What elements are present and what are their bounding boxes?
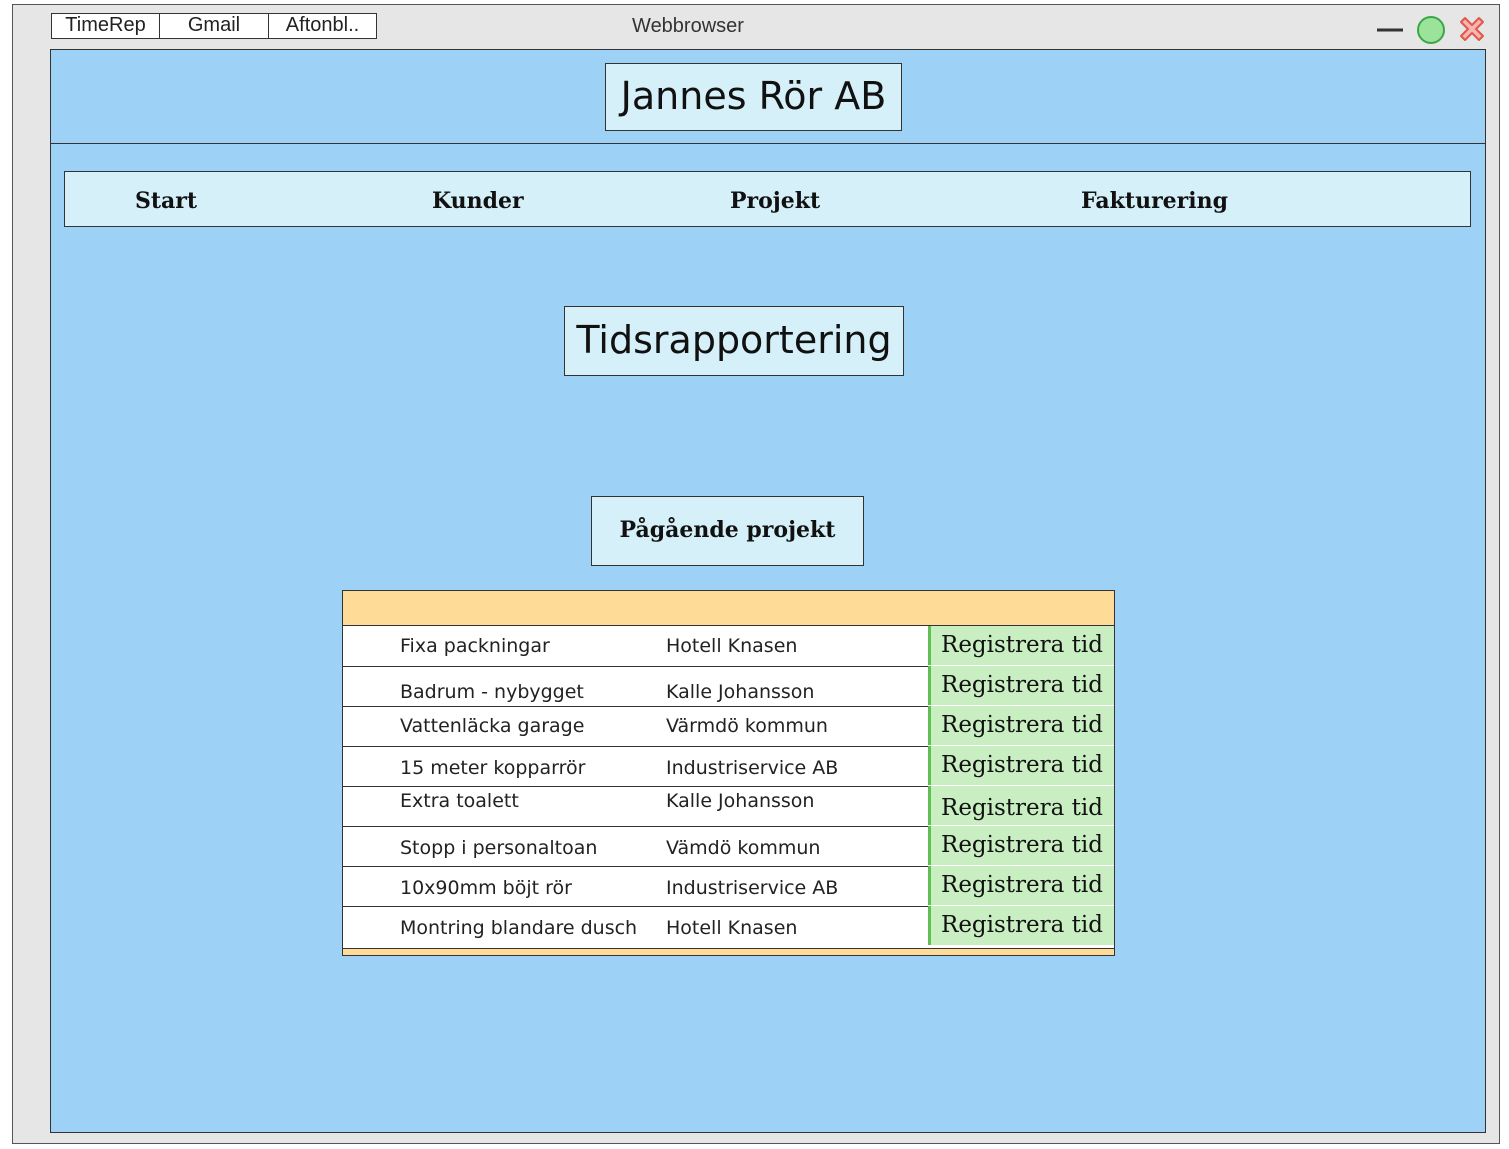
nav-item-start[interactable]: Start: [135, 188, 197, 214]
nav-item-projekt[interactable]: Projekt: [730, 188, 820, 214]
project-name: Fixa packningar: [400, 635, 550, 657]
register-time-button[interactable]: Registrera tid: [928, 826, 1114, 865]
nav-item-kunder[interactable]: Kunder: [432, 188, 524, 214]
customer-name: Kalle Johansson: [666, 790, 815, 812]
window-title: Webbrowser: [632, 15, 744, 37]
nav-item-fakturering[interactable]: Fakturering: [1081, 188, 1228, 214]
project-name: Badrum - nybygget: [400, 681, 584, 703]
table-footer: [343, 948, 1114, 955]
tab-aftonbladet[interactable]: Aftonbl..: [268, 13, 377, 39]
table-row: Stopp i personaltoan Vämdö kommun Regist…: [343, 826, 1114, 867]
header-divider: [51, 143, 1485, 144]
section-title: Pågående projekt: [591, 496, 864, 566]
customer-name: Hotell Knasen: [666, 917, 798, 939]
site-title: Jannes Rör AB: [605, 63, 902, 131]
project-name: 10x90mm böjt rör: [400, 877, 572, 899]
projects-table: Fixa packningar Hotell Knasen Registrera…: [342, 590, 1115, 956]
page-content: Jannes Rör AB Start Kunder Projekt Faktu…: [50, 49, 1486, 1133]
register-time-button[interactable]: Registrera tid: [928, 786, 1114, 825]
maximize-icon[interactable]: [1415, 14, 1447, 46]
table-row: Montring blandare dusch Hotell Knasen Re…: [343, 906, 1114, 947]
customer-name: Vämdö kommun: [666, 837, 821, 859]
close-icon[interactable]: [1457, 14, 1487, 44]
register-time-button[interactable]: Registrera tid: [928, 866, 1114, 905]
table-row: 15 meter kopparrör Industriservice AB Re…: [343, 746, 1114, 787]
register-time-button[interactable]: Registrera tid: [928, 666, 1114, 705]
customer-name: Värmdö kommun: [666, 715, 828, 737]
project-name: Vattenläcka garage: [400, 715, 585, 737]
tab-gmail[interactable]: Gmail: [159, 13, 269, 39]
project-name: 15 meter kopparrör: [400, 757, 586, 779]
customer-name: Kalle Johansson: [666, 681, 815, 703]
customer-name: Industriservice AB: [666, 877, 839, 899]
project-name: Montring blandare dusch: [400, 917, 638, 939]
tab-timerep[interactable]: TimeRep: [51, 13, 160, 39]
register-time-button[interactable]: Registrera tid: [928, 906, 1114, 945]
table-header: [343, 591, 1114, 626]
browser-window: TimeRep Gmail Aftonbl.. Webbrowser Janne…: [12, 4, 1500, 1144]
customer-name: Hotell Knasen: [666, 635, 798, 657]
register-time-button[interactable]: Registrera tid: [928, 746, 1114, 785]
page-title: Tidsrapportering: [564, 306, 904, 376]
register-time-button[interactable]: Registrera tid: [928, 626, 1114, 665]
customer-name: Industriservice AB: [666, 757, 839, 779]
table-row: 10x90mm böjt rör Industriservice AB Regi…: [343, 866, 1114, 907]
minimize-icon[interactable]: [1375, 14, 1405, 44]
table-row: Badrum - nybygget Kalle Johansson Regist…: [343, 666, 1114, 707]
project-name: Extra toalett: [400, 790, 519, 812]
register-time-button[interactable]: Registrera tid: [928, 706, 1114, 745]
project-name: Stopp i personaltoan: [400, 837, 598, 859]
table-row: Vattenläcka garage Värmdö kommun Registr…: [343, 706, 1114, 747]
table-row: Fixa packningar Hotell Knasen Registrera…: [343, 626, 1114, 667]
main-navigation: Start Kunder Projekt Fakturering: [64, 171, 1471, 227]
table-row: Extra toalett Kalle Johansson Registrera…: [343, 786, 1114, 827]
